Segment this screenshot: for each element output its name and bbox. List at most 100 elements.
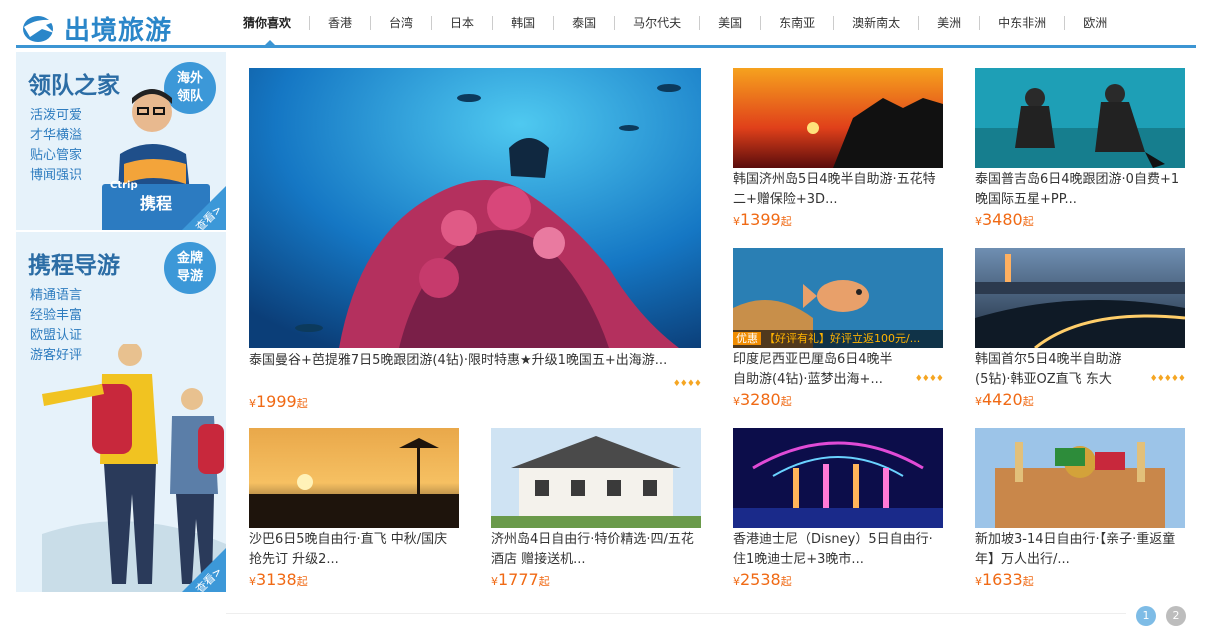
promo-banner[interactable]: 优惠 【好评有礼】好评立返100元/...: [733, 330, 943, 348]
price-value: 2538: [740, 570, 781, 589]
product-card[interactable]: 济州岛4日自由行·特价精选·四/五花酒店 赠接送机... ¥1777起: [491, 428, 701, 589]
tab-europe[interactable]: 欧洲: [1065, 16, 1125, 30]
destination-tabs: 猜你喜欢 香港 台湾 日本 韩国 泰国 马尔代夫 美国 东南亚 澳新南太 美洲 …: [235, 16, 1125, 30]
price-suffix: 起: [780, 575, 792, 588]
product-price: ¥1633起: [975, 570, 1185, 589]
tab-southeast-asia[interactable]: 东南亚: [761, 16, 835, 30]
tab-middle-east-africa[interactable]: 中东非洲: [980, 16, 1066, 30]
product-title[interactable]: 韩国济州岛5日4晚半自助游·五花特二+赠保险+3D...: [733, 170, 943, 210]
airplane-globe-icon: [23, 16, 56, 42]
badge-line1: 金牌: [176, 251, 203, 266]
trait-item: 欧盟认证: [30, 328, 83, 343]
product-title[interactable]: 香港迪士尼（Disney）5日自由行·住1晚迪士尼+3晚市...: [733, 530, 943, 570]
tab-korea[interactable]: 韩国: [493, 16, 555, 30]
product-card[interactable]: 韩国济州岛5日4晚半自助游·五花特二+赠保险+3D... ¥1399起: [733, 68, 943, 229]
trait-item: 活泼可爱: [30, 108, 83, 123]
beach-sunset-illustration: [249, 428, 459, 528]
ctrip-flag-text: 携程: [140, 194, 173, 213]
product-price: ¥3480起: [975, 210, 1185, 229]
tab-hongkong[interactable]: 香港: [310, 16, 372, 30]
promo-text: 【好评有礼】好评立返100元/...: [764, 332, 921, 345]
price-suffix: 起: [1022, 395, 1034, 408]
leader-home-banner[interactable]: 领队之家 海外 领队 活泼可爱 才华横溢 贴心管家 博闻强识 Ctrip 携程 …: [16, 52, 226, 230]
trait-item: 精通语言: [30, 288, 83, 303]
product-image-fountain-show[interactable]: [733, 428, 943, 528]
product-image-tropical-fish[interactable]: 优惠 【好评有礼】好评立返100元/...: [733, 248, 943, 348]
logo-text: 出境旅游: [64, 15, 173, 46]
city-night-illustration: [975, 248, 1185, 348]
mosque-illustration: [975, 428, 1185, 528]
price-value: 3480: [982, 210, 1023, 229]
product-title[interactable]: 泰国曼谷+芭提雅7日5晚跟团游(4钻)·限时特惠★升级1晚国五+出海游...: [249, 351, 701, 371]
price-value: 3280: [740, 390, 781, 409]
product-title[interactable]: 泰国普吉岛6日4晚跟团游·0自费+1晚国际五星+PP...: [975, 170, 1185, 210]
trait-item: 博闻强识: [30, 168, 83, 183]
price-suffix: 起: [296, 575, 308, 588]
price-suffix: 起: [296, 397, 308, 410]
trait-item: 贴心管家: [30, 148, 83, 163]
active-tab-caret: [264, 40, 276, 46]
price-value: 1633: [982, 570, 1023, 589]
product-price: ¥1399起: [733, 210, 943, 229]
price-suffix: 起: [780, 215, 792, 228]
product-price: ¥4420起: [975, 390, 1185, 409]
product-image-city-night[interactable]: [975, 248, 1185, 348]
currency-symbol: ¥: [975, 215, 982, 228]
tab-taiwan[interactable]: 台湾: [371, 16, 433, 30]
gold-guide-badge: 金牌 导游: [164, 242, 216, 294]
page-2-button[interactable]: 2: [1166, 606, 1186, 626]
trait-item: 经验丰富: [30, 308, 83, 323]
tab-usa[interactable]: 美国: [700, 16, 762, 30]
product-card[interactable]: 韩国首尔5日4晚半自助游(5钻)·韩亚OZ直飞 东大门... ♦♦♦♦♦ ¥44…: [975, 248, 1186, 409]
product-card[interactable]: 新加坡3-14日自由行·【亲子·重返童年】万人出行/... ¥1633起: [975, 428, 1185, 589]
product-title[interactable]: 沙巴6日5晚自由行·直飞 中秋/国庆抢先订 升级2...: [249, 530, 459, 570]
tab-guess-you-like[interactable]: 猜你喜欢: [235, 16, 311, 30]
price-value: 3138: [256, 570, 297, 589]
promo-tag: 优惠: [733, 332, 761, 345]
sunset-rock-illustration: [733, 68, 943, 168]
currency-symbol: ¥: [733, 395, 740, 408]
tab-japan[interactable]: 日本: [432, 16, 494, 30]
product-image-coral-reef[interactable]: [249, 68, 701, 348]
diamond-rating-icon: ♦♦♦♦: [914, 374, 944, 384]
product-image-beach-sunset[interactable]: [249, 428, 459, 528]
price-suffix: 起: [1022, 575, 1034, 588]
nav-underline: [16, 45, 1196, 48]
price-suffix: 起: [1022, 215, 1034, 228]
currency-symbol: ¥: [975, 395, 982, 408]
product-image-divers[interactable]: [975, 68, 1185, 168]
coral-reef-illustration: [249, 68, 701, 348]
product-card[interactable]: 泰国普吉岛6日4晚跟团游·0自费+1晚国际五星+PP... ¥3480起: [975, 68, 1185, 229]
price-value: 1777: [498, 570, 539, 589]
price-value: 4420: [982, 390, 1023, 409]
badge-line2: 导游: [176, 269, 203, 284]
tab-oceania[interactable]: 澳新南太: [834, 16, 920, 30]
product-title[interactable]: 新加坡3-14日自由行·【亲子·重返童年】万人出行/...: [975, 530, 1185, 570]
section-divider: [226, 613, 1126, 614]
tab-americas[interactable]: 美洲: [919, 16, 981, 30]
product-price: ¥3138起: [249, 570, 459, 589]
product-price: ¥3280起: [733, 390, 943, 409]
ctrip-guide-title: 携程导游: [28, 253, 120, 279]
product-title[interactable]: 印度尼西亚巴厘岛6日4晚半自助游(4钻)·蓝梦出海+...: [733, 350, 893, 390]
logo[interactable]: 出境旅游: [20, 10, 172, 46]
hotel-house-illustration: [491, 428, 701, 528]
page-1-button[interactable]: 1: [1136, 606, 1156, 626]
product-card-featured[interactable]: 泰国曼谷+芭提雅7日5晚跟团游(4钻)·限时特惠★升级1晚国五+出海游... ♦…: [249, 68, 702, 411]
product-card[interactable]: 香港迪士尼（Disney）5日自由行·住1晚迪士尼+3晚市... ¥2538起: [733, 428, 943, 589]
product-card[interactable]: 优惠 【好评有礼】好评立返100元/... 印度尼西亚巴厘岛6日4晚半自助游(4钻…: [733, 248, 944, 409]
ctrip-guide-banner[interactable]: 携程导游 金牌 导游 精通语言 经验丰富 欧盟认证 游客好评 查看>: [16, 232, 226, 592]
price-value: 1999: [256, 392, 297, 411]
product-title[interactable]: 济州岛4日自由行·特价精选·四/五花酒店 赠接送机...: [491, 530, 701, 570]
product-image-mosque[interactable]: [975, 428, 1185, 528]
rating-gems: ♦♦♦♦: [249, 371, 702, 390]
tab-maldives[interactable]: 马尔代夫: [615, 16, 701, 30]
price-value: 1399: [740, 210, 781, 229]
product-card[interactable]: 沙巴6日5晚自由行·直飞 中秋/国庆抢先订 升级2... ¥3138起: [249, 428, 459, 589]
product-price: ¥1999起: [249, 392, 701, 411]
currency-symbol: ¥: [733, 575, 740, 588]
product-title[interactable]: 韩国首尔5日4晚半自助游(5钻)·韩亚OZ直飞 东大门...: [975, 350, 1123, 390]
product-image-hotel-house[interactable]: [491, 428, 701, 528]
product-image-sunset-rock[interactable]: [733, 68, 943, 168]
tab-thailand[interactable]: 泰国: [554, 16, 616, 30]
